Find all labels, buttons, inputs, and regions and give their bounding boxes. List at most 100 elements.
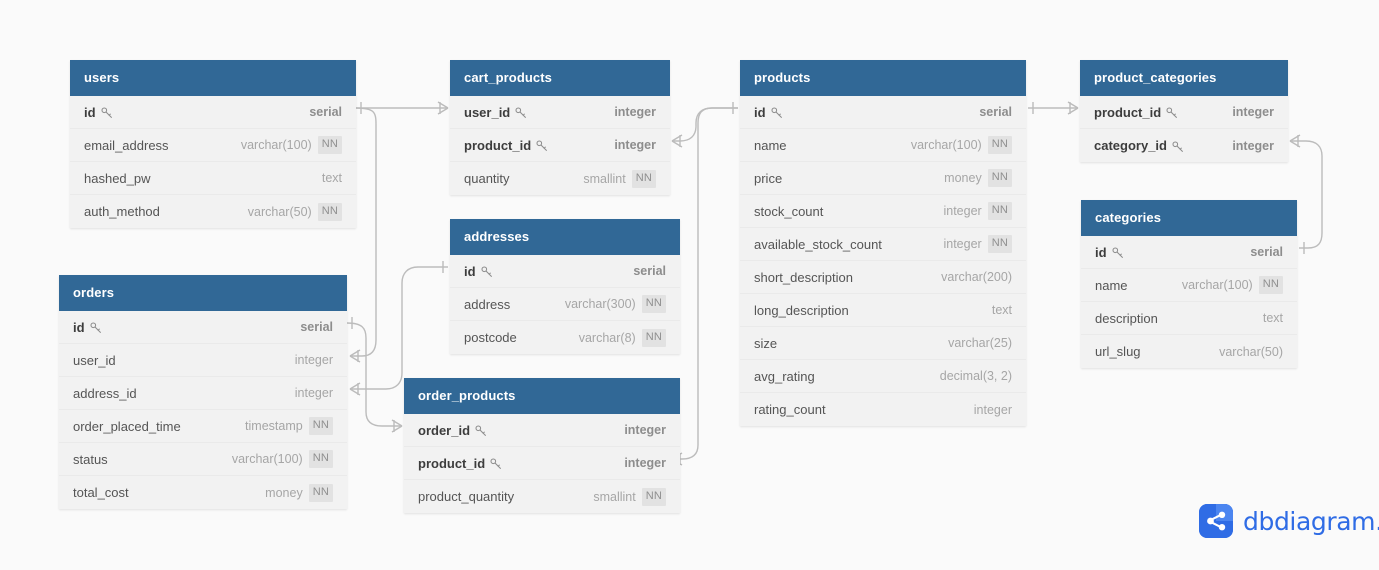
field-name-wrap: product_id [1094, 105, 1178, 120]
table-order_products[interactable]: order_products order_id integer product_id i… [404, 378, 680, 513]
table-users[interactable]: users id serial email_address varchar(100) NN… [70, 60, 356, 228]
field-name-wrap: id [464, 264, 493, 279]
primary-key-icon [1112, 247, 1124, 259]
field-type: integer [624, 456, 666, 470]
field-type: integer [1232, 105, 1274, 119]
field-type: integer [614, 138, 656, 152]
field-name-wrap: id [73, 320, 102, 335]
primary-key-icon [1172, 140, 1184, 153]
field-row[interactable]: url_slug varchar(50) [1081, 335, 1297, 368]
table-header[interactable]: products [740, 60, 1026, 96]
field-row[interactable]: quantity smallint NN [450, 162, 670, 195]
field-row[interactable]: product_quantity smallint NN [404, 480, 680, 513]
field-type: integer [294, 353, 333, 367]
field-name-wrap: id [754, 105, 783, 120]
field-row[interactable]: address varchar(300) NN [450, 288, 680, 321]
field-type-wrap: serial [309, 105, 342, 119]
field-row[interactable]: order_id integer [404, 414, 680, 447]
field-row[interactable]: product_id integer [450, 129, 670, 162]
field-row[interactable]: product_id integer [404, 447, 680, 480]
field-name: url_slug [1095, 344, 1141, 359]
field-name-wrap: stock_count [754, 204, 823, 219]
table-header[interactable]: categories [1081, 200, 1297, 236]
table-product_categories[interactable]: product_categories product_id integer categ… [1080, 60, 1288, 162]
field-row[interactable]: user_id integer [450, 96, 670, 129]
primary-key-icon [481, 266, 493, 278]
field-type-wrap: money NN [265, 483, 333, 502]
table-header[interactable]: orders [59, 275, 347, 311]
field-name: rating_count [754, 402, 826, 417]
field-row[interactable]: avg_rating decimal(3, 2) [740, 360, 1026, 393]
field-type-wrap: serial [979, 105, 1012, 119]
field-row[interactable]: postcode varchar(8) NN [450, 321, 680, 354]
field-name: quantity [464, 171, 510, 186]
table-header[interactable]: order_products [404, 378, 680, 414]
field-name-wrap: product_id [418, 456, 502, 471]
field-name: category_id [1094, 138, 1167, 153]
field-type: smallint [593, 489, 636, 504]
not-null-badge: NN [641, 295, 666, 313]
table-header[interactable]: product_categories [1080, 60, 1288, 96]
field-type: smallint [583, 171, 626, 186]
field-row[interactable]: short_description varchar(200) [740, 261, 1026, 294]
field-row[interactable]: hashed_pw text [70, 162, 356, 195]
field-row[interactable]: category_id integer [1080, 129, 1288, 162]
share-nodes-icon [1199, 504, 1233, 538]
field-type: serial [1250, 245, 1283, 259]
field-row[interactable]: long_description text [740, 294, 1026, 327]
field-name: name [1095, 277, 1128, 293]
field-row[interactable]: address_id integer [59, 377, 347, 410]
table-cart_products[interactable]: cart_products user_id integer product_id int… [450, 60, 670, 195]
field-type: money [944, 171, 982, 185]
field-name-wrap: address [464, 297, 510, 312]
primary-key-icon [1166, 107, 1178, 119]
table-header[interactable]: cart_products [450, 60, 670, 96]
not-null-badge: NN [317, 136, 342, 154]
field-row[interactable]: email_address varchar(100) NN [70, 129, 356, 162]
table-products[interactable]: products id serial name varchar(100) NN price m… [740, 60, 1026, 426]
field-row[interactable]: rating_count integer [740, 393, 1026, 426]
field-type: serial [300, 320, 333, 334]
field-row[interactable]: id serial [450, 255, 680, 288]
field-name: address [464, 296, 511, 312]
field-row[interactable]: name varchar(100) NN [740, 129, 1026, 162]
field-row[interactable]: id serial [70, 96, 356, 129]
field-row[interactable]: price money NN [740, 162, 1026, 195]
field-row[interactable]: order_placed_time timestamp NN [59, 410, 347, 443]
field-row[interactable]: id serial [740, 96, 1026, 129]
field-type-wrap: varchar(50) [1219, 345, 1283, 359]
table-addresses[interactable]: addresses id serial address varchar(300) NN po… [450, 219, 680, 354]
field-row[interactable]: status varchar(100) NN [59, 443, 347, 476]
field-type: varchar(50) [247, 204, 312, 219]
field-row[interactable]: auth_method varchar(50) NN [70, 195, 356, 228]
field-name: short_description [754, 269, 853, 285]
field-row[interactable]: id serial [1081, 236, 1297, 269]
field-row[interactable]: size varchar(25) [740, 327, 1026, 360]
field-row[interactable]: available_stock_count integer NN [740, 228, 1026, 261]
field-name-wrap: short_description [754, 270, 853, 285]
diagram-canvas[interactable]: users id serial email_address varchar(100) NN… [0, 0, 1379, 570]
field-name: email_address [84, 137, 169, 153]
field-type-wrap: integer [295, 386, 333, 400]
field-row[interactable]: user_id integer [59, 344, 347, 377]
table-orders[interactable]: orders id serial user_id integer address_id in… [59, 275, 347, 509]
table-header[interactable]: addresses [450, 219, 680, 255]
table-header[interactable]: users [70, 60, 356, 96]
field-type: text [321, 171, 342, 185]
field-row[interactable]: id serial [59, 311, 347, 344]
field-type-wrap: smallint NN [593, 487, 666, 506]
field-name-wrap: long_description [754, 303, 849, 318]
field-name: id [1095, 244, 1107, 260]
table-categories[interactable]: categories id serial name varchar(100) NN desc… [1081, 200, 1297, 368]
field-row[interactable]: description text [1081, 302, 1297, 335]
field-type: decimal(3, 2) [939, 369, 1012, 383]
field-name: user_id [73, 352, 116, 368]
field-row[interactable]: product_id integer [1080, 96, 1288, 129]
field-row[interactable]: stock_count integer NN [740, 195, 1026, 228]
field-name-wrap: total_cost [73, 485, 129, 500]
field-name: available_stock_count [754, 236, 882, 252]
primary-key-icon [101, 107, 113, 119]
field-type-wrap: serial [633, 264, 666, 278]
field-row[interactable]: name varchar(100) NN [1081, 269, 1297, 302]
field-row[interactable]: total_cost money NN [59, 476, 347, 509]
